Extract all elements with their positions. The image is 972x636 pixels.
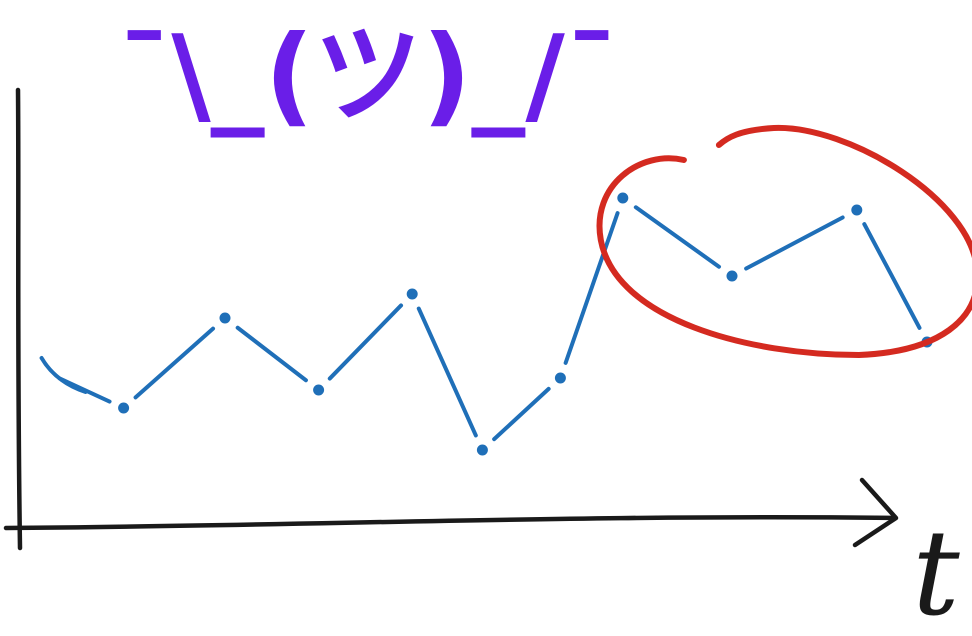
series-segment bbox=[416, 306, 478, 438]
series-markers bbox=[118, 192, 933, 456]
data-point bbox=[851, 204, 863, 216]
series-segment bbox=[492, 386, 551, 442]
chart: ¯\_(ツ)_/¯ t bbox=[3, 13, 972, 636]
y-axis bbox=[15, 87, 23, 551]
series-line bbox=[39, 205, 922, 442]
data-point bbox=[554, 372, 566, 384]
data-point bbox=[406, 288, 418, 300]
series-segment bbox=[327, 303, 404, 381]
data-point bbox=[726, 270, 738, 282]
data-point bbox=[219, 312, 231, 324]
series-segment bbox=[133, 326, 216, 400]
x-axis-label: t bbox=[912, 504, 960, 636]
x-axis bbox=[3, 514, 898, 531]
data-point bbox=[476, 444, 488, 456]
series-segment bbox=[563, 211, 620, 365]
data-point bbox=[313, 384, 325, 396]
x-axis-arrowhead bbox=[852, 477, 899, 548]
series-segment bbox=[235, 325, 308, 383]
data-point bbox=[617, 192, 629, 204]
axes: t bbox=[3, 87, 960, 636]
series-segment bbox=[744, 215, 845, 271]
series-segment bbox=[633, 205, 721, 269]
data-point bbox=[118, 402, 130, 414]
series-segment bbox=[862, 222, 922, 330]
shrug-emoticon: ¯\_(ツ)_/¯ bbox=[117, 13, 619, 138]
